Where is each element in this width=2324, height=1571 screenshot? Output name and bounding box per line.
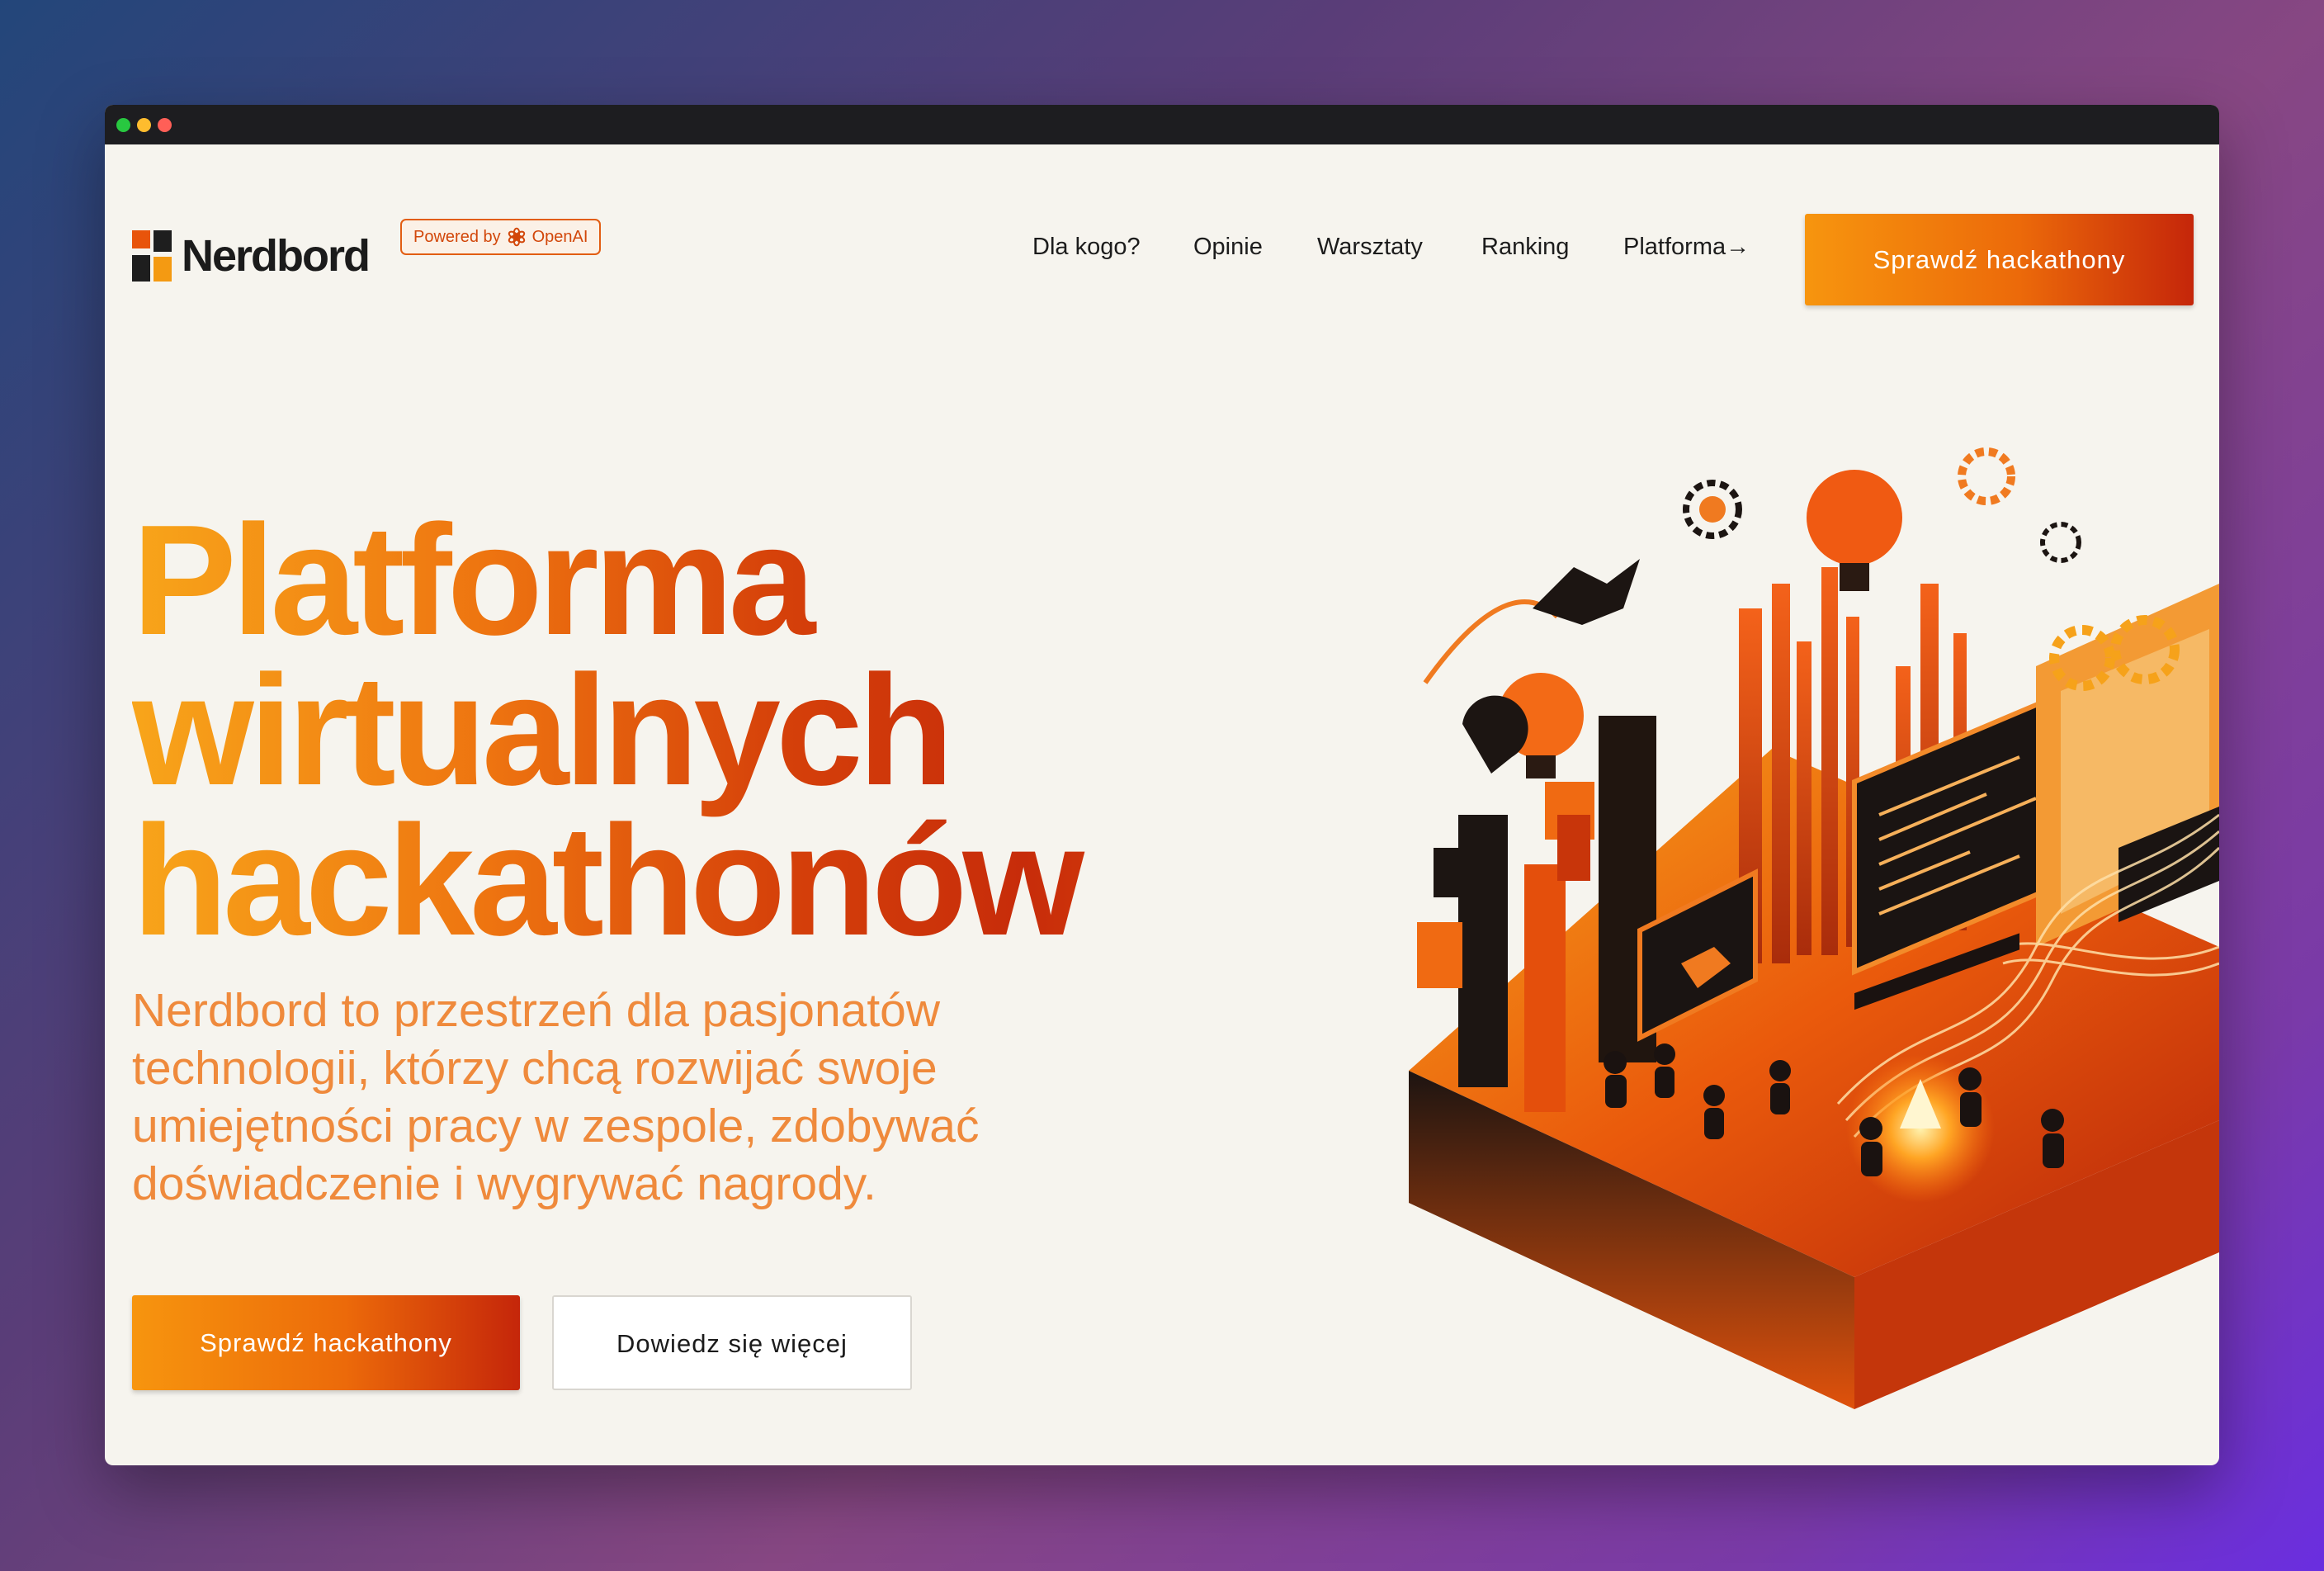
hero-check-hackathons-button[interactable]: Sprawdź hackathony: [132, 1295, 520, 1390]
nav-item-platforma[interactable]: Platforma→: [1623, 234, 1750, 261]
nav-item-ranking[interactable]: Ranking: [1481, 234, 1569, 261]
hero-subtitle: Nerdbord to przestrzeń dla pasjonatów te…: [132, 984, 980, 1210]
hero-title: Platforma wirtualnych hackathonów: [132, 505, 1320, 956]
nav-item-dla-kogo[interactable]: Dla kogo?: [1032, 234, 1141, 261]
nav-item-warsztaty[interactable]: Warsztaty: [1317, 234, 1423, 261]
header-check-hackathons-button[interactable]: Sprawdź hackathony: [1805, 214, 2194, 305]
window-titlebar: [105, 105, 2219, 144]
window-minimize-button[interactable]: [137, 118, 151, 132]
hero-title-line: wirtualnych: [132, 643, 949, 818]
window-zoom-button[interactable]: [158, 118, 172, 132]
learn-more-button[interactable]: Dowiedz się więcej: [552, 1295, 912, 1390]
browser-window: Nerdbord Powered by OpenAI Dla kogo? Opi…: [105, 105, 2219, 1465]
hero-title-line: Platforma: [132, 493, 811, 668]
hero-title-line: hackathonów: [132, 793, 1080, 968]
nav-item-opinie[interactable]: Opinie: [1193, 234, 1263, 261]
window-close-button[interactable]: [116, 118, 130, 132]
hackathon-illustration: [1409, 447, 2219, 1409]
